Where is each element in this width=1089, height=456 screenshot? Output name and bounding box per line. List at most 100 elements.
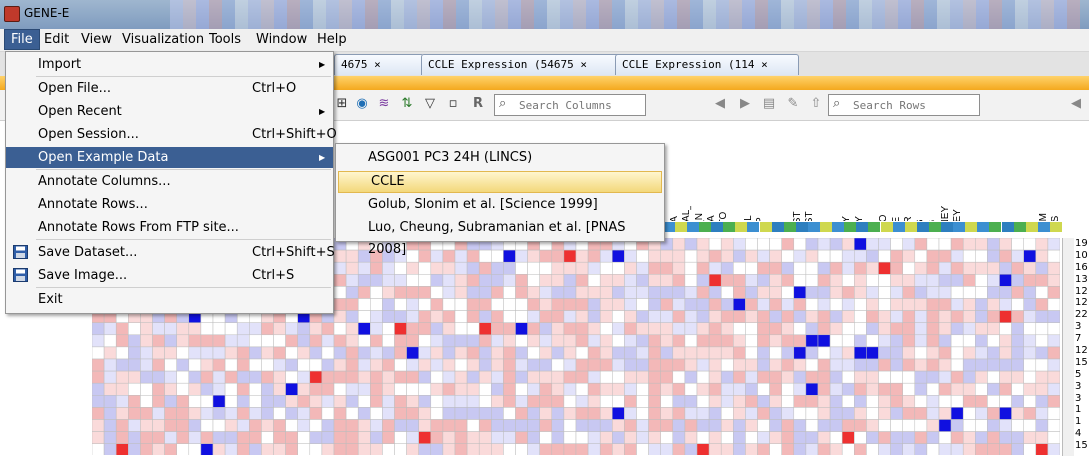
column-header[interactable]: UMRC6_KIDNEY <box>828 123 841 219</box>
heatmap-cell <box>612 322 625 336</box>
file-menu-save-image[interactable]: Save Image... Ctrl+S <box>6 265 333 286</box>
tab-ccle-expression-genes[interactable]: CCLE Expression (54675 × 114) <box>421 54 621 91</box>
heatmap-cell <box>962 261 976 275</box>
search-genes-icon[interactable]: ◉ <box>354 96 370 112</box>
file-menu-import[interactable]: Import ▶ <box>6 54 333 75</box>
heatmap-cell <box>757 298 770 311</box>
column-header[interactable]: U266B1_HAEMATO <box>717 123 730 221</box>
heatmap-cell <box>454 431 468 444</box>
menu-help[interactable]: Help <box>311 29 353 50</box>
arrow-right-icon[interactable]: ▶ <box>737 96 753 112</box>
file-menu-open-file[interactable]: Open File... Ctrl+O <box>6 78 333 99</box>
heatmap-cell <box>999 419 1012 432</box>
column-header[interactable]: VMCUB1_URINAR <box>902 123 915 221</box>
column-header[interactable]: UMRC2_KIDNEY <box>816 123 829 219</box>
menu-window[interactable]: Window <box>250 29 313 50</box>
search-columns-input[interactable] <box>517 96 641 114</box>
heatmap-cell <box>370 310 383 323</box>
menu-tools[interactable]: Tools <box>203 29 247 50</box>
arrow-left-icon[interactable]: ◀ <box>712 96 728 112</box>
column-header[interactable]: U118MG_CENTRA <box>668 123 681 221</box>
search-rows-box[interactable]: ⌕ <box>828 94 980 116</box>
arrow-left-icon[interactable]: ◀ <box>1068 96 1084 112</box>
column-header[interactable]: VMRCLCP_LUNG <box>926 123 939 221</box>
tab-dataset-1[interactable]: 4675 × 1037) <box>334 54 424 91</box>
heatmap-cell <box>382 286 395 299</box>
menu-edit[interactable]: Edit <box>38 29 75 50</box>
example-golub-slonim[interactable]: Golub, Slonim et al. [Science 1999] <box>336 194 664 216</box>
column-header[interactable]: U87MG_CENTRAL <box>742 123 755 221</box>
document-icon[interactable]: ▤ <box>761 96 777 112</box>
file-menu-open-recent[interactable]: Open Recent ▶ <box>6 101 333 122</box>
row-value: 13 <box>1075 273 1088 285</box>
column-header[interactable]: U138MG_CENTRAL_N <box>680 123 693 221</box>
row-value: 15 <box>1075 356 1088 368</box>
column-header[interactable]: UACC62_SKIN <box>779 123 792 219</box>
heatmap-cell <box>92 382 105 396</box>
heatmap-cell <box>1011 298 1024 311</box>
column-header[interactable]: WM88_SKIN <box>1013 123 1026 219</box>
heatmap-cell <box>648 419 661 432</box>
example-luo-cheung[interactable]: Luo, Cheung, Subramanian et al. [PNAS 20… <box>336 217 664 257</box>
column-header[interactable]: U2OS_BONE <box>730 123 743 219</box>
column-header[interactable]: UT7_HAEMATOPO <box>877 123 890 221</box>
heatmap-cell <box>430 358 444 372</box>
heatmap-cell <box>103 407 117 420</box>
menu-view[interactable]: View <box>75 29 118 50</box>
heatmap-cell <box>817 358 831 372</box>
column-header[interactable]: UOK101_KIDNEY <box>865 123 878 222</box>
column-header[interactable]: U937_HAEMATOP <box>754 123 767 221</box>
file-menu-save-dataset[interactable]: Save Dataset... Ctrl+Shift+S <box>6 242 335 263</box>
column-header[interactable]: WM1799_SKIN <box>976 123 989 219</box>
column-header[interactable]: VMRCLCD_LUNG <box>914 123 927 221</box>
filter-icon[interactable]: ▽ <box>422 96 438 112</box>
file-menu-open-example-data[interactable]: Open Example Data ▶ <box>6 147 333 168</box>
column-header[interactable]: UACC893_BREAST <box>803 123 816 221</box>
column-header[interactable]: VMRCRCZ_KIDNEY <box>951 123 964 221</box>
row-scrollbar[interactable] <box>1062 238 1074 456</box>
r-icon[interactable]: R <box>470 96 486 112</box>
file-menu-exit[interactable]: Exit <box>6 289 333 310</box>
column-header[interactable]: UMUC1_URINARY <box>840 123 853 221</box>
column-header[interactable]: UACC812_BREAST <box>791 123 804 221</box>
heatmap-cell <box>599 298 613 311</box>
column-header[interactable]: WM115_SKIN <box>963 123 976 219</box>
column-header[interactable]: UMUC3_URINARY <box>853 123 866 221</box>
column-header-label: YAPC_PANCREAS <box>1049 206 1062 221</box>
heatmap-cell <box>829 443 843 455</box>
column-header[interactable]: WSUDLCL2_HAEM <box>1037 123 1050 221</box>
column-header[interactable]: WM983B_SKIN <box>1025 123 1038 219</box>
search-columns-box[interactable]: ⌕ <box>494 94 646 116</box>
file-menu-open-session[interactable]: Open Session... Ctrl+Shift+O <box>6 124 337 145</box>
sort-icon[interactable]: ⊞ <box>334 96 350 112</box>
search-rows-input[interactable] <box>851 96 975 114</box>
delete-icon[interactable]: ▫ <box>445 96 461 112</box>
file-menu-annotate-rows-ftp[interactable]: Annotate Rows From FTP site... <box>6 217 333 238</box>
column-header[interactable]: WM2664_SKIN <box>988 123 1001 219</box>
heatmap-cell <box>478 395 492 408</box>
row-value: 22 <box>1075 309 1088 321</box>
file-menu-annotate-columns[interactable]: Annotate Columns... <box>6 171 333 192</box>
move-up-icon[interactable]: ⇧ <box>808 96 824 112</box>
column-header[interactable]: U178_CENTRAL_N <box>693 123 706 221</box>
example-ccle[interactable]: CCLE <box>338 171 662 193</box>
menu-visualization[interactable]: Visualization <box>116 29 210 50</box>
heatmap-cell <box>854 419 867 432</box>
heatmap-cell <box>1023 334 1037 348</box>
tab-ccle-expression-matrix[interactable]: CCLE Expression (114 × 114) <box>615 54 799 91</box>
edit-icon[interactable]: ✎ <box>785 96 801 112</box>
column-header[interactable]: VCAP_PROSTATE <box>890 123 903 221</box>
heatmap-cell <box>599 346 613 360</box>
menu-file[interactable]: File <box>4 29 40 50</box>
cluster-icon[interactable]: ≋ <box>376 96 392 112</box>
column-header[interactable]: YAPC_PANCREAS <box>1049 123 1062 221</box>
example-asg001-pc3[interactable]: ASG001 PC3 24H (LINCS) <box>336 147 664 169</box>
file-menu-annotate-rows[interactable]: Annotate Rows... <box>6 194 333 215</box>
heatmap-cell <box>696 286 710 299</box>
column-header[interactable]: VMRCRCW_KIDNEY <box>939 123 952 221</box>
column-header[interactable]: U251MG_CENTRA <box>705 123 718 221</box>
column-header[interactable]: UACC257_SKIN <box>767 123 780 219</box>
sort-az-icon[interactable]: ⇅ <box>399 96 415 112</box>
heatmap-cell <box>745 261 758 275</box>
column-header[interactable]: WM793_SKIN <box>1000 123 1013 219</box>
